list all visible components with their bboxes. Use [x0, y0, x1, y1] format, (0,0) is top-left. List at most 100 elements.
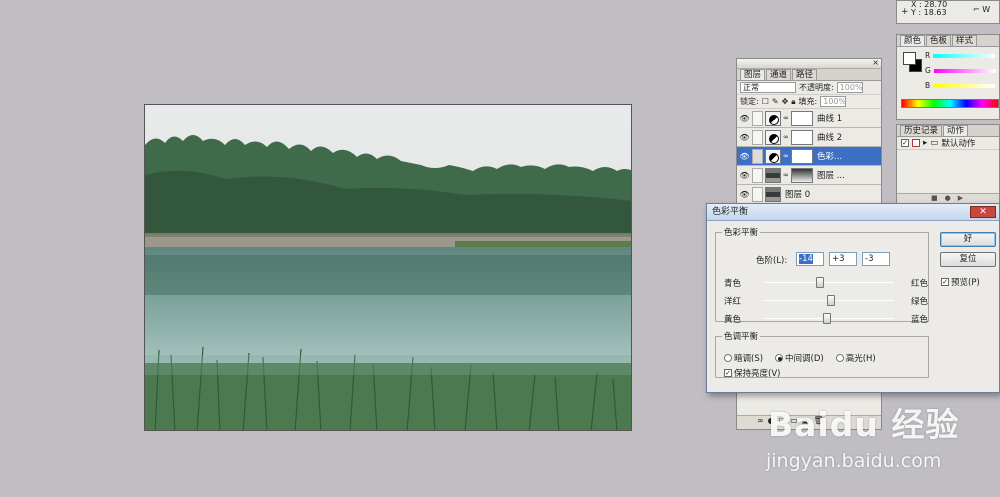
color-spectrum-bar[interactable] [901, 99, 999, 108]
slider-thumb[interactable] [826, 295, 835, 306]
dialog-title: 色彩平衡 [712, 207, 749, 217]
red-channel-row[interactable]: R [925, 51, 996, 60]
shadows-radio[interactable]: 暗调(S) [724, 352, 763, 364]
slider-right-label: 蓝色 [910, 315, 928, 325]
active-layer-brush-icon[interactable] [752, 148, 763, 164]
ok-button[interactable]: 好 [940, 232, 996, 247]
close-icon[interactable]: × [872, 58, 879, 67]
highlights-radio[interactable]: 高光(H) [835, 352, 876, 364]
tab-actions[interactable]: 动作 [943, 125, 969, 136]
tab-styles[interactable]: 样式 [952, 35, 978, 46]
slider-track[interactable] [764, 282, 894, 283]
chain-link-icon[interactable]: ∞ [783, 171, 789, 179]
layers-panel-titlebar[interactable]: × [737, 58, 881, 69]
lock-options-row: 锁定: ☐ ✎ ✥ 🔒︎ 填充: 100% [737, 95, 881, 109]
tab-color[interactable]: 颜色 [900, 35, 926, 46]
chain-link-icon[interactable]: ∞ [783, 152, 789, 160]
slider-right-label: 红色 [910, 279, 928, 289]
visibility-eye-icon[interactable]: 👁︎ [739, 190, 750, 199]
magenta-green-slider-row: 洋红 绿色 [724, 294, 928, 308]
y-coordinate: Y : 18.63 [911, 8, 947, 17]
link-box[interactable] [752, 186, 763, 202]
layer-thumbnail [765, 167, 781, 183]
layers-panel-tabs: 图层 通道 路径 [737, 69, 881, 81]
tab-paths[interactable]: 路径 [792, 69, 818, 80]
layer-mask-thumbnail[interactable] [791, 148, 813, 164]
tab-history[interactable]: 历史记录 [900, 125, 943, 136]
midtones-radio[interactable]: 中间调(D) [775, 352, 824, 364]
color-balance-group: 色彩平衡 色阶(L): -14 +3 -3 青色 红色 洋红 绿色 黄色 蓝色 [715, 226, 929, 325]
layer-row[interactable]: 👁︎ ∞ 曲线 2 [737, 128, 881, 147]
slider-thumb[interactable] [815, 277, 824, 288]
tab-layers[interactable]: 图层 [740, 69, 766, 80]
curves-adjustment-icon [765, 129, 781, 145]
tab-channels[interactable]: 通道 [766, 69, 792, 80]
close-icon[interactable]: ✕ [970, 206, 996, 218]
levels-label: 色阶(L): [756, 256, 788, 266]
opacity-input[interactable]: 100% [836, 82, 863, 93]
lock-pixels-icon[interactable]: ✎ [772, 97, 779, 106]
lake-photo [145, 105, 631, 430]
layer-row-selected[interactable]: 👁︎ ∞ 色彩... [737, 147, 881, 166]
checkbox[interactable]: ✓ [941, 278, 949, 286]
lock-all-icon[interactable]: 🔒︎ [791, 97, 795, 107]
document-canvas[interactable] [144, 104, 632, 431]
reset-button[interactable]: 复位 [940, 252, 996, 267]
curves-adjustment-icon [765, 110, 781, 126]
folder-icon: ▭ [930, 138, 939, 148]
blend-options-row: 正常 不透明度: 100% [737, 81, 881, 95]
visibility-eye-icon[interactable]: 👁︎ [739, 171, 750, 180]
color-balance-adjustment-icon [765, 148, 781, 164]
slider-left-label: 洋红 [724, 297, 742, 307]
layer-name: 色彩... [817, 152, 843, 162]
level-magenta-green-input[interactable]: +3 [829, 252, 857, 266]
link-box[interactable] [752, 129, 763, 145]
watermark-url: jingyan.baidu.com [766, 450, 942, 472]
dialog-titlebar[interactable]: 色彩平衡 ✕ [707, 204, 999, 221]
cyan-red-slider-row: 青色 红色 [724, 276, 928, 290]
opacity-label: 不透明度: [799, 83, 834, 92]
link-box[interactable] [752, 110, 763, 126]
checkmark-icon[interactable]: ✓ [901, 139, 909, 147]
link-box[interactable] [752, 167, 763, 183]
green-channel-row[interactable]: G [925, 66, 996, 75]
dialog-toggle-icon[interactable] [912, 139, 920, 147]
visibility-eye-icon[interactable]: 👁︎ [739, 152, 750, 161]
chain-link-icon[interactable]: ∞ [783, 114, 789, 122]
fill-input[interactable]: 100% [820, 96, 847, 107]
blue-channel-row[interactable]: B [925, 81, 996, 90]
slider-thumb[interactable] [823, 313, 832, 324]
expand-triangle-icon[interactable]: ▸ [923, 138, 927, 148]
visibility-eye-icon[interactable]: 👁︎ [739, 133, 750, 142]
chain-link-icon[interactable]: ∞ [783, 133, 789, 141]
layer-name: 曲线 2 [817, 133, 843, 143]
lock-position-icon[interactable]: ✥ [782, 97, 789, 106]
visibility-eye-icon[interactable]: 👁︎ [739, 114, 750, 123]
color-balance-dialog: 色彩平衡 ✕ 色彩平衡 色阶(L): -14 +3 -3 青色 红色 洋红 绿色… [706, 203, 1000, 393]
tab-swatches[interactable]: 色板 [926, 35, 952, 46]
lock-transparency-icon[interactable]: ☐ [762, 97, 769, 106]
color-panel: 颜色 色板 样式 R G B [896, 34, 1000, 120]
fill-label: 填充: [798, 97, 818, 106]
color-panel-tabs: 颜色 色板 样式 [897, 35, 999, 47]
layer-mask-thumbnail[interactable] [791, 110, 813, 126]
layer-name: 图层 0 [785, 190, 811, 200]
blend-mode-select[interactable]: 正常 [740, 82, 796, 93]
layer-mask-thumbnail[interactable] [791, 129, 813, 145]
level-yellow-blue-input[interactable]: -3 [862, 252, 890, 266]
slider-left-label: 青色 [724, 279, 742, 289]
default-actions-row[interactable]: ✓ ▸ ▭ 默认动作 [897, 137, 999, 150]
preview-checkbox[interactable]: ✓ 预览(P) [941, 276, 980, 288]
checkbox[interactable]: ✓ [724, 369, 732, 377]
foreground-color-swatch[interactable] [903, 52, 916, 65]
layers-toolbar: ∞◐□▭▣🗑︎ [737, 415, 881, 429]
layer-mask-thumbnail[interactable] [791, 167, 813, 183]
layer-thumbnail [765, 186, 781, 202]
layer-row[interactable]: 👁︎ ∞ 图层 ... [737, 166, 881, 185]
preserve-luminosity-checkbox[interactable]: ✓ 保持亮度(V) [724, 367, 780, 379]
slider-right-label: 绿色 [910, 297, 928, 307]
layer-row[interactable]: 👁︎ 图层 0 [737, 185, 881, 204]
tone-balance-group: 色调平衡 暗调(S) 中间调(D) 高光(H) ✓ 保持亮度(V) [715, 330, 929, 379]
level-cyan-red-input[interactable]: -14 [796, 252, 824, 266]
layer-row[interactable]: 👁︎ ∞ 曲线 1 [737, 109, 881, 128]
